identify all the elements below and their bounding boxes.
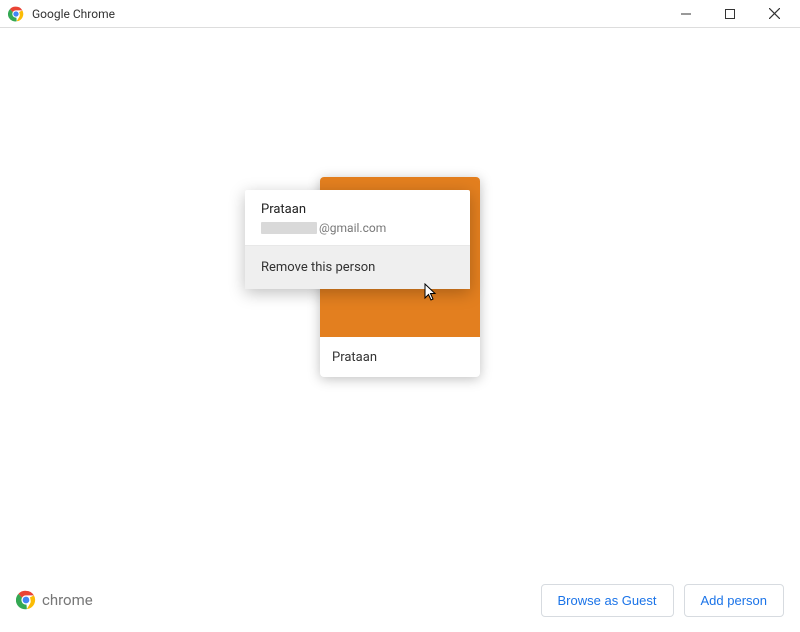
redacted-email-prefix bbox=[261, 222, 317, 234]
menu-profile-email: @gmail.com bbox=[261, 221, 454, 235]
browse-as-guest-button[interactable]: Browse as Guest bbox=[541, 584, 674, 617]
chrome-icon bbox=[8, 6, 24, 22]
minimize-button[interactable] bbox=[664, 0, 708, 28]
profile-card-name: Prataan bbox=[320, 337, 480, 377]
remove-person-label: Remove this person bbox=[261, 260, 375, 275]
close-button[interactable] bbox=[752, 0, 796, 28]
window-title: Google Chrome bbox=[32, 7, 115, 21]
email-suffix: @gmail.com bbox=[319, 221, 386, 235]
chrome-brand: chrome bbox=[16, 590, 93, 610]
maximize-button[interactable] bbox=[708, 0, 752, 28]
remove-person-item[interactable]: Remove this person bbox=[245, 246, 470, 289]
chrome-wordmark: chrome bbox=[42, 591, 93, 609]
window-titlebar: Google Chrome bbox=[0, 0, 800, 28]
chrome-icon bbox=[16, 590, 36, 610]
profile-context-menu: Prataan @gmail.com Remove this person bbox=[245, 190, 470, 289]
add-person-button[interactable]: Add person bbox=[684, 584, 785, 617]
bottom-bar: chrome Browse as Guest Add person bbox=[0, 576, 800, 632]
menu-profile-name: Prataan bbox=[261, 202, 454, 217]
menu-header: Prataan @gmail.com bbox=[245, 190, 470, 245]
